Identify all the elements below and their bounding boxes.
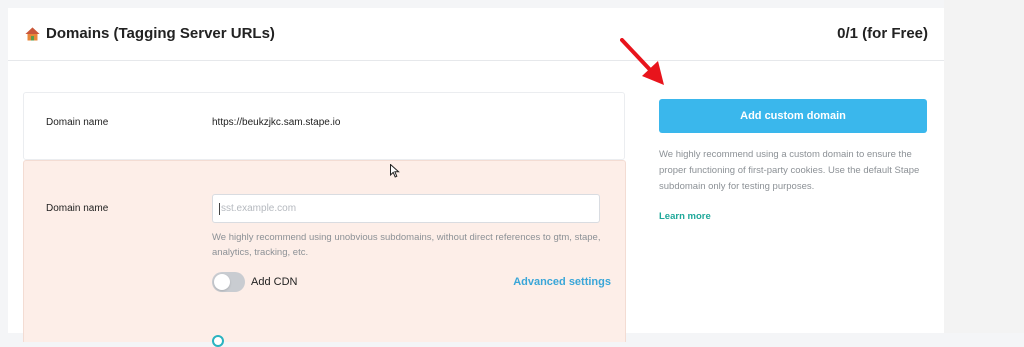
toggle-knob	[214, 274, 230, 290]
page-title: Domains (Tagging Server URLs)	[46, 25, 275, 42]
card-header: Domains (Tagging Server URLs) 0/1 (for F…	[8, 8, 944, 61]
house-icon	[25, 27, 40, 41]
annotation-arrow-icon	[620, 38, 664, 85]
domains-card: Domains (Tagging Server URLs) 0/1 (for F…	[8, 8, 944, 347]
custom-domain-recommendation: We highly recommend using a custom domai…	[659, 149, 920, 192]
advanced-settings-link[interactable]: Advanced settings	[513, 276, 611, 288]
add-custom-domain-button[interactable]: Add custom domain	[659, 99, 927, 133]
subdomain-hint: We highly recommend using unobvious subd…	[212, 232, 601, 258]
cdn-toggle[interactable]	[212, 272, 245, 292]
custom-domain-form: Domain name We highly recommend using un…	[23, 160, 626, 347]
mouse-pointer-icon	[390, 164, 400, 178]
custom-domain-label: Domain name	[46, 203, 109, 214]
domain-quota: 0/1 (for Free)	[837, 25, 928, 42]
cdn-label: Add CDN	[251, 276, 298, 288]
learn-more-link[interactable]: Learn more	[659, 211, 711, 222]
text-cursor	[219, 203, 220, 215]
current-domain-row: Domain name https://beukzjkc.sam.stape.i…	[23, 92, 625, 160]
domain-name-label: Domain name	[46, 117, 109, 128]
radio-button[interactable]	[212, 335, 224, 347]
domain-name-value: https://beukzjkc.sam.stape.io	[212, 117, 341, 128]
custom-domain-input[interactable]	[212, 194, 600, 223]
page-background-panel	[944, 0, 1024, 333]
